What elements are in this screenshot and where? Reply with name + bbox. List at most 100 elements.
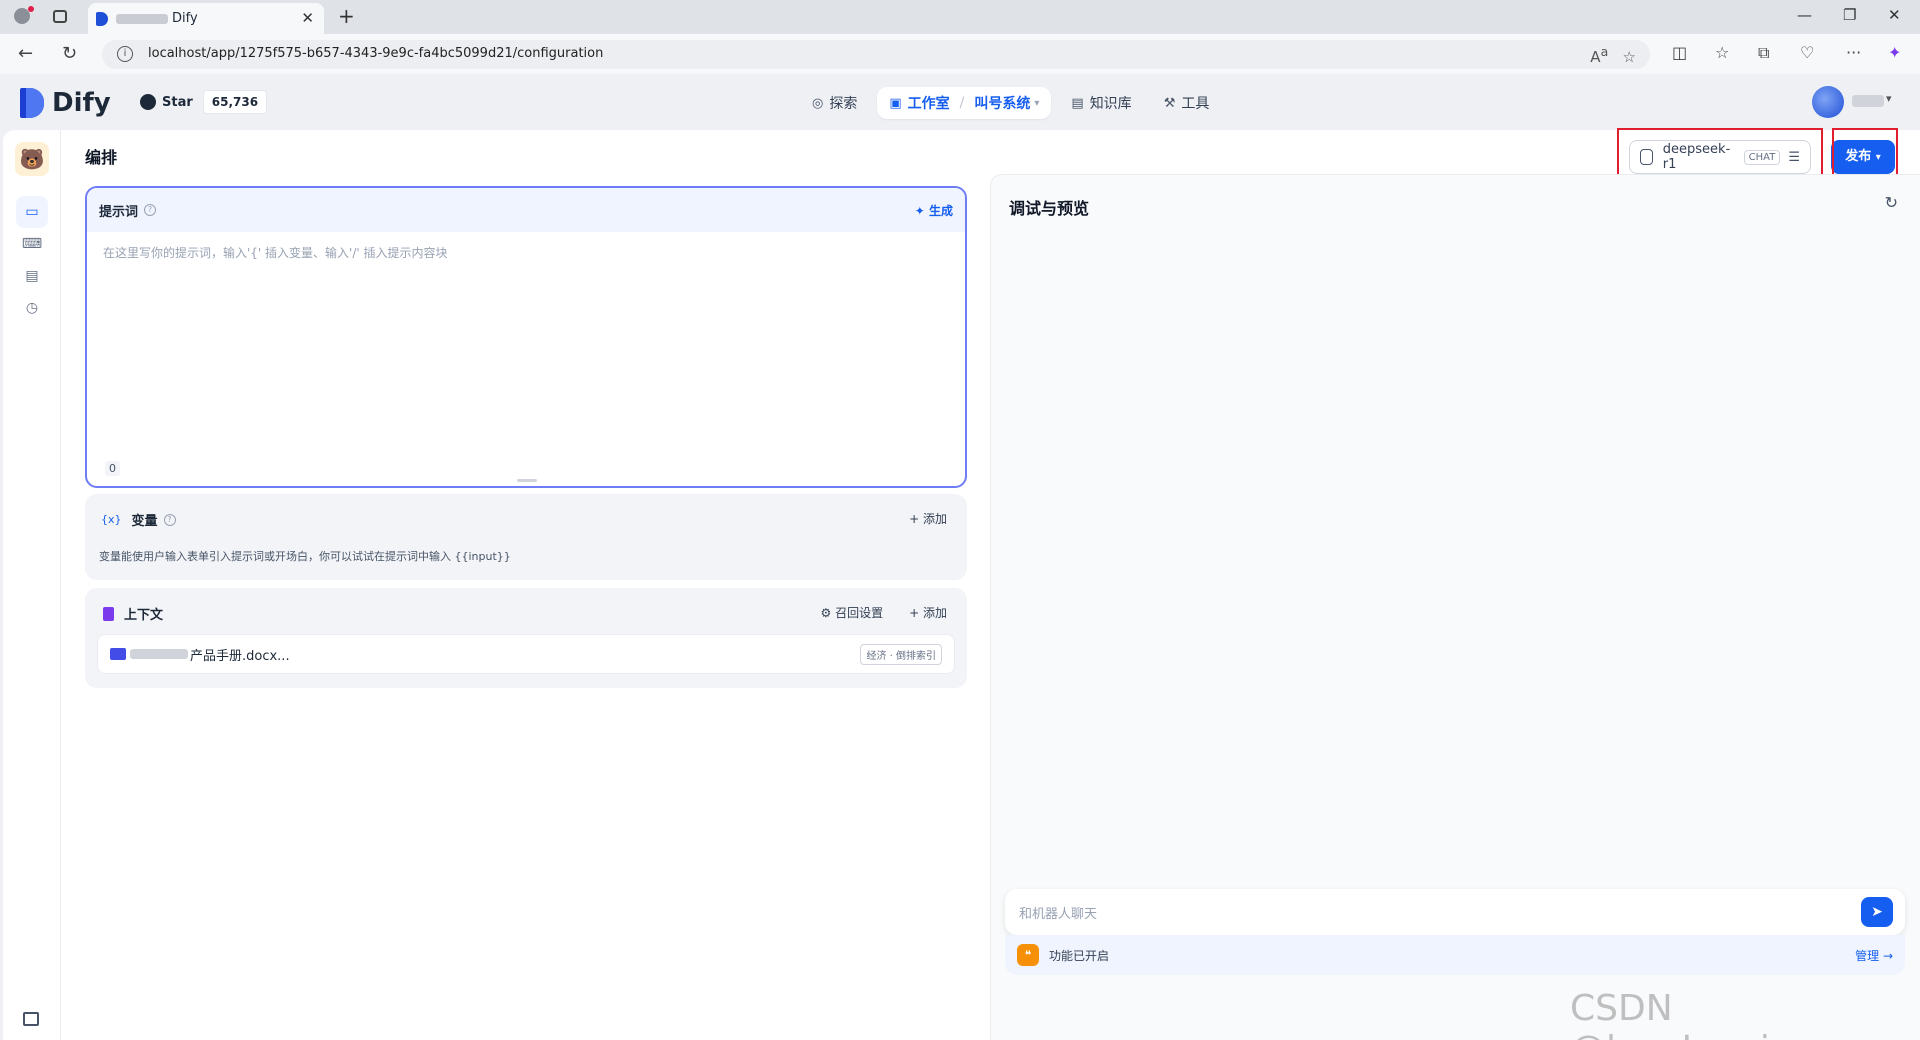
nav-studio-label: 工作室	[907, 96, 950, 112]
sidebar-api-icon[interactable]: ⌨	[16, 228, 48, 260]
chat-input-box[interactable]: 和机器人聊天 ➤	[1005, 889, 1905, 935]
add-context-label: 添加	[922, 606, 947, 620]
generate-button[interactable]: ✦ 生成	[915, 202, 953, 219]
github-star-label: Star	[162, 94, 193, 110]
debug-title: 调试与预览	[1009, 199, 1090, 218]
context-title: 上下文	[124, 608, 164, 623]
main-panel: 🐻 ▭ ⌨ ▤ ◷ 编排 deepseek-r1 CHAT ☰ 发布 ▾ 提示词…	[3, 128, 1920, 1040]
tab-actions-icon[interactable]	[53, 10, 67, 23]
blurred-tab-text	[116, 14, 168, 24]
top-navigation: ◎ 探索 ▣ 工作室 / 叫号系统 ▾ ▤ 知识库 ⚒ 工具	[800, 86, 1221, 120]
notification-dot	[28, 6, 34, 12]
sidebar-orchestrate-icon[interactable]: ▭	[16, 196, 48, 228]
compass-icon: ◎	[812, 95, 824, 111]
prompt-header: 提示词 ? ✦ 生成	[87, 188, 965, 232]
logo-text: Dify	[52, 88, 111, 118]
context-header: 上下文	[103, 604, 163, 623]
add-context-button[interactable]: + 添加	[909, 604, 947, 621]
minimize-icon[interactable]: —	[1797, 6, 1812, 24]
copilot-icon[interactable]: ✦	[1888, 43, 1901, 62]
variables-header: {x} 变量 ?	[101, 510, 176, 529]
url-field[interactable]: i localhost/app/1275f575-b657-4343-9e9c-…	[102, 40, 1650, 69]
book-icon: ▤	[1071, 95, 1084, 111]
current-app-name[interactable]: 叫号系统	[974, 93, 1030, 113]
folder-icon	[110, 648, 126, 660]
help-icon[interactable]: ?	[144, 204, 157, 216]
chat-input[interactable]: 和机器人聊天	[1019, 903, 1097, 922]
sidebar-collapse-icon[interactable]	[23, 1012, 39, 1026]
url-text: localhost/app/1275f575-b657-4343-9e9c-fa…	[148, 46, 604, 61]
favorites-icon[interactable]: ☆	[1715, 43, 1729, 62]
sidebar-logs-icon[interactable]: ▤	[16, 260, 48, 292]
robot-icon: ▣	[889, 95, 902, 111]
github-star-count: 65,736	[202, 90, 268, 114]
site-info-icon[interactable]: i	[117, 46, 133, 62]
blurred-knowledge-name	[130, 649, 188, 659]
nav-explore-label: 探索	[829, 96, 858, 112]
features-icon: ❝	[1017, 944, 1039, 966]
prompt-textarea[interactable]: 在这里写你的提示词，输入'{' 插入变量、输入'/' 插入提示内容块	[103, 244, 448, 261]
collections-icon[interactable]: ⧉	[1758, 43, 1769, 63]
tab-title: Dify	[172, 11, 198, 26]
split-screen-icon[interactable]: ◫	[1672, 43, 1687, 62]
app-sidebar: 🐻 ▭ ⌨ ▤ ◷	[3, 130, 61, 1040]
variables-description: 变量能使用户输入表单引入提示词或开场白，你可以试试在提示词中输入 {{input…	[99, 550, 511, 563]
knowledge-item[interactable]: 产品手册.docx... 经济 · 倒排索引	[97, 634, 955, 674]
nav-explore[interactable]: ◎ 探索	[800, 87, 869, 119]
variables-card: {x} 变量 ? + 添加 变量能使用户输入表单引入提示词或开场白，你可以试试在…	[85, 494, 967, 580]
refresh-icon[interactable]: ↻	[62, 43, 77, 64]
context-card: 上下文 ⚙ 召回设置 + 添加 产品手册.docx... 经济 · 倒排索引	[85, 588, 967, 688]
back-icon[interactable]: ←	[18, 43, 33, 64]
add-variable-label: 添加	[922, 512, 947, 526]
send-button[interactable]: ➤	[1861, 897, 1893, 927]
dify-favicon-icon	[96, 12, 108, 26]
restart-icon[interactable]: ↻	[1885, 193, 1898, 212]
watermark: CSDN @loveJenniee	[1570, 988, 1814, 1040]
add-variable-button[interactable]: + 添加	[909, 510, 947, 527]
index-mode-badge: 经济 · 倒排索引	[860, 643, 942, 665]
nav-knowledge-label: 知识库	[1089, 96, 1132, 112]
debug-preview-panel: 调试与预览 ↻ 和机器人聊天 ➤ ❝ 功能已开启 管理 →	[990, 174, 1920, 1040]
address-bar-row: ← ↻ i localhost/app/1275f575-b657-4343-9…	[0, 34, 1920, 74]
account-chevron-icon[interactable]: ▾	[1886, 92, 1892, 105]
nav-tools[interactable]: ⚒ 工具	[1152, 87, 1222, 119]
knowledge-item-name: 产品手册.docx...	[190, 648, 290, 664]
github-icon	[140, 94, 156, 110]
browser-essentials-icon[interactable]: ♡	[1800, 43, 1814, 62]
manage-features-link[interactable]: 管理 →	[1855, 947, 1893, 964]
browser-tab[interactable]: Dify ✕	[88, 3, 324, 34]
prompt-editor-card: 提示词 ? ✦ 生成 在这里写你的提示词，输入'{' 插入变量、输入'/' 插入…	[85, 186, 967, 488]
more-menu-icon[interactable]: ···	[1846, 43, 1861, 62]
sidebar-monitor-icon[interactable]: ◷	[16, 292, 48, 324]
nav-separator: /	[959, 95, 965, 111]
blurred-username	[1852, 95, 1884, 107]
nav-knowledge[interactable]: ▤ 知识库	[1059, 87, 1143, 119]
dify-logo-mark-accent	[26, 88, 44, 118]
page-title: 编排	[85, 148, 118, 167]
favorite-star-icon[interactable]: Aa ☆	[1590, 44, 1636, 66]
user-avatar[interactable]	[1812, 86, 1844, 118]
nav-tools-label: 工具	[1181, 96, 1210, 112]
features-bar: ❝ 功能已开启 管理 →	[1005, 935, 1905, 975]
help-icon[interactable]: ?	[163, 513, 176, 526]
close-tab-icon[interactable]: ✕	[301, 9, 314, 27]
features-label: 功能已开启	[1049, 948, 1110, 963]
manage-label: 管理	[1855, 948, 1880, 963]
browser-tabstrip: Dify ✕ + — ❐ ✕	[0, 0, 1920, 34]
variable-icon: {x}	[101, 513, 122, 526]
chevron-down-icon: ▾	[1034, 97, 1040, 109]
dify-app: Dify Star 65,736 ◎ 探索 ▣ 工作室 / 叫号系统 ▾ ▤ 知…	[0, 74, 1920, 1040]
app-icon[interactable]: 🐻	[15, 142, 49, 176]
new-tab-icon[interactable]: +	[338, 4, 355, 28]
document-icon	[103, 606, 114, 621]
variables-title: 变量	[131, 514, 158, 529]
restore-icon[interactable]: ❐	[1843, 6, 1856, 24]
close-window-icon[interactable]: ✕	[1888, 6, 1901, 24]
resize-handle[interactable]	[517, 479, 537, 482]
recall-settings-button[interactable]: ⚙ 召回设置	[821, 604, 884, 621]
github-star-badge[interactable]: Star 65,736	[140, 89, 268, 115]
prompt-title: 提示词	[99, 204, 139, 220]
char-count: 0	[105, 461, 120, 476]
generate-label: 生成	[928, 203, 953, 218]
nav-studio[interactable]: ▣ 工作室 / 叫号系统 ▾	[877, 87, 1052, 119]
